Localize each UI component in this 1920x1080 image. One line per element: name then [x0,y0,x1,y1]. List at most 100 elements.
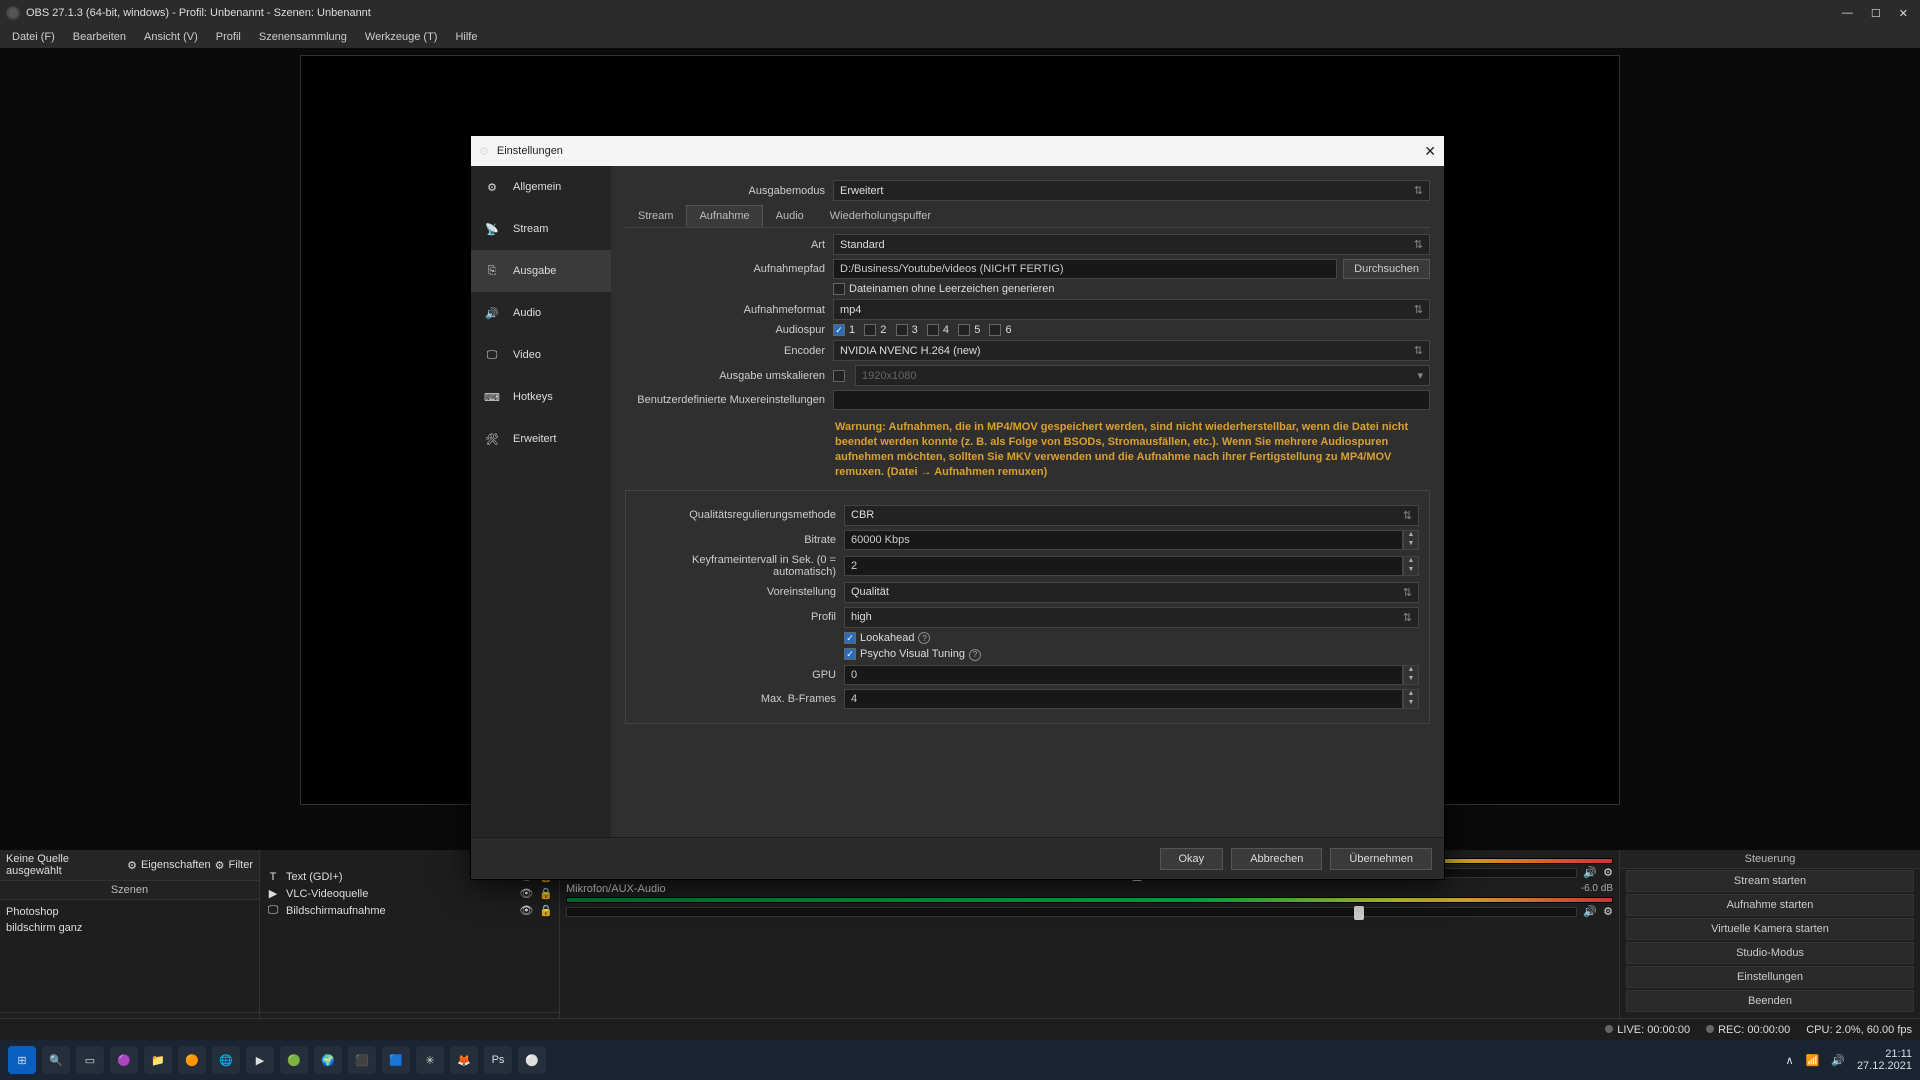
search-button[interactable]: 🔍 [42,1046,70,1074]
eye-icon[interactable]: 👁 [519,887,533,900]
taskbar-app[interactable]: 🟣 [110,1046,138,1074]
psycho-checkbox[interactable] [844,648,856,660]
apply-button[interactable]: Übernehmen [1330,848,1432,870]
encoder-select[interactable]: NVIDIA NVENC H.264 (new)⇅ [833,340,1430,361]
window-titlebar: OBS 27.1.3 (64-bit, windows) - Profil: U… [0,0,1920,26]
track-1-checkbox[interactable] [833,324,845,336]
sidebar-item-stream[interactable]: 📡Stream [471,208,611,250]
muxer-input[interactable] [833,390,1430,410]
speaker-icon[interactable]: 🔊 [1583,905,1597,918]
menu-werkzeuge[interactable]: Werkzeuge (T) [357,29,446,45]
cancel-button[interactable]: Abbrechen [1231,848,1322,870]
tab-aufnahme[interactable]: Aufnahme [686,205,762,227]
tray-volume-icon[interactable]: 🔊 [1831,1054,1845,1067]
clock[interactable]: 21:11 27.12.2021 [1857,1048,1912,1072]
start-vcam-button[interactable]: Virtuelle Kamera starten [1626,918,1914,940]
source-item[interactable]: 🖵Bildschirmaufnahme👁🔒 [266,902,553,919]
browse-button[interactable]: Durchsuchen [1343,259,1430,279]
dialog-close-button[interactable]: ✕ [1424,143,1436,160]
taskbar-app[interactable]: ✳ [416,1046,444,1074]
ok-button[interactable]: Okay [1160,848,1224,870]
record-path-input[interactable] [833,259,1337,279]
maximize-button[interactable]: ☐ [1871,7,1881,20]
rescale-checkbox[interactable] [833,370,845,382]
sidebar-item-hotkeys[interactable]: ⌨Hotkeys [471,376,611,418]
lock-icon[interactable]: 🔒 [539,904,553,917]
rate-control-select[interactable]: CBR⇅ [844,505,1419,526]
bframes-input[interactable] [844,689,1403,709]
text-icon: T [266,871,280,883]
menu-hilfe[interactable]: Hilfe [447,29,485,45]
start-button[interactable]: ⊞ [8,1046,36,1074]
bitrate-input[interactable] [844,530,1403,550]
taskbar-app[interactable]: ⚪ [518,1046,546,1074]
scene-item[interactable]: bildschirm ganz [6,920,253,936]
track-4-checkbox[interactable] [927,324,939,336]
sidebar-item-ausgabe[interactable]: ⎘Ausgabe [471,250,611,292]
profil-select[interactable]: high⇅ [844,607,1419,628]
menu-datei[interactable]: Datei (F) [4,29,63,45]
sidebar-item-video[interactable]: 🖵Video [471,334,611,376]
taskbar-app[interactable]: 📁 [144,1046,172,1074]
filter-btn[interactable]: Filter [229,859,253,871]
tray-wifi-icon[interactable]: 📶 [1806,1054,1820,1067]
help-icon[interactable]: ? [969,649,981,661]
lookahead-checkbox[interactable] [844,632,856,644]
sidebar-item-allgemein[interactable]: ⚙Allgemein [471,166,611,208]
scene-item[interactable]: Photoshop [6,904,253,920]
antenna-icon: 📡 [481,218,503,240]
keyframe-input[interactable] [844,556,1403,576]
gear-icon[interactable]: ⚙ [1603,905,1613,918]
track-3-checkbox[interactable] [896,324,908,336]
format-select[interactable]: mp4⇅ [833,299,1430,320]
tab-audio[interactable]: Audio [763,205,817,227]
bitrate-spinner[interactable]: ▲▼ [1403,530,1419,550]
start-stream-button[interactable]: Stream starten [1626,870,1914,892]
track-5-checkbox[interactable] [958,324,970,336]
keyframe-spinner[interactable]: ▲▼ [1403,556,1419,576]
minimize-button[interactable]: — [1842,7,1853,20]
studio-mode-button[interactable]: Studio-Modus [1626,942,1914,964]
eye-icon[interactable]: 👁 [519,904,533,917]
volume-slider[interactable] [566,907,1577,917]
taskbar-app[interactable]: 🌐 [212,1046,240,1074]
sidebar-item-erweitert[interactable]: 🛠Erweitert [471,418,611,460]
gpu-input[interactable] [844,665,1403,685]
taskbar-app[interactable]: 🟦 [382,1046,410,1074]
taskbar-app[interactable]: ⬛ [348,1046,376,1074]
gear-icon[interactable]: ⚙ [1603,866,1613,879]
start-record-button[interactable]: Aufnahme starten [1626,894,1914,916]
taskbar-app[interactable]: 🌍 [314,1046,342,1074]
gear-icon: ⚙ [479,145,489,158]
close-button[interactable]: ✕ [1899,7,1908,20]
bframes-spinner[interactable]: ▲▼ [1403,689,1419,709]
track-2-checkbox[interactable] [864,324,876,336]
help-icon[interactable]: ? [918,632,930,644]
taskbar-app[interactable]: 🦊 [450,1046,478,1074]
source-item[interactable]: ▶VLC-Videoquelle👁🔒 [266,885,553,902]
sidebar-item-audio[interactable]: 🔊Audio [471,292,611,334]
menu-szenensammlung[interactable]: Szenensammlung [251,29,355,45]
settings-button[interactable]: Einstellungen [1626,966,1914,988]
menu-ansicht[interactable]: Ansicht (V) [136,29,206,45]
gpu-spinner[interactable]: ▲▼ [1403,665,1419,685]
art-select[interactable]: Standard⇅ [833,234,1430,255]
speaker-icon[interactable]: 🔊 [1583,866,1597,879]
lock-icon[interactable]: 🔒 [539,887,553,900]
taskview-button[interactable]: ▭ [76,1046,104,1074]
exit-button[interactable]: Beenden [1626,990,1914,1012]
preset-select[interactable]: Qualität⇅ [844,582,1419,603]
taskbar-app[interactable]: 🟢 [280,1046,308,1074]
taskbar-app[interactable]: 🟠 [178,1046,206,1074]
tray-chevron-icon[interactable]: ∧ [1785,1054,1793,1067]
menu-bearbeiten[interactable]: Bearbeiten [65,29,134,45]
taskbar-app[interactable]: ▶ [246,1046,274,1074]
taskbar-app[interactable]: Ps [484,1046,512,1074]
tab-wiederholung[interactable]: Wiederholungspuffer [817,205,944,227]
tab-stream[interactable]: Stream [625,205,686,227]
no-spaces-checkbox[interactable] [833,283,845,295]
ausgabemodus-select[interactable]: Erweitert⇅ [833,180,1430,201]
track-6-checkbox[interactable] [989,324,1001,336]
props-btn[interactable]: Eigenschaften [141,859,211,871]
menu-profil[interactable]: Profil [208,29,249,45]
